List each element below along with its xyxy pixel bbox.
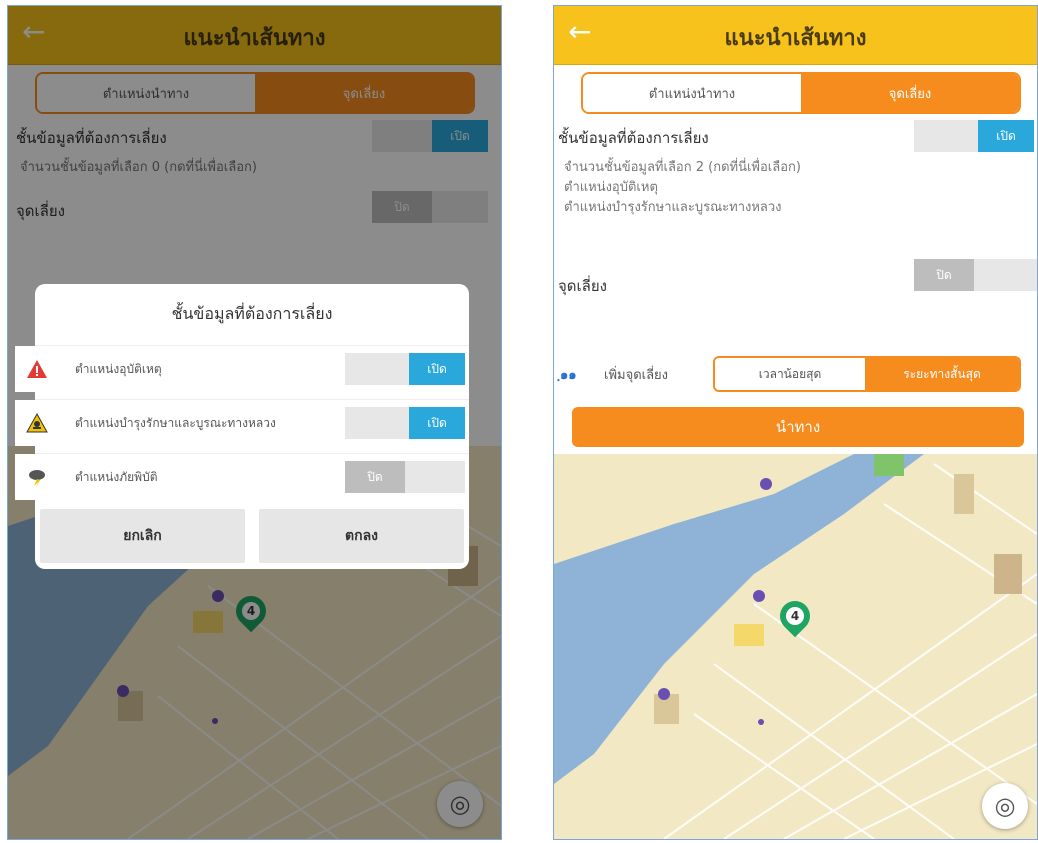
row-toggle[interactable]: เปิด <box>345 407 465 439</box>
dialog-row-accident[interactable]: ตำแหน่งอุบัติเหตุ เปิด <box>15 345 469 392</box>
tab-shortest-distance[interactable]: ระยะทางสั้นสุด <box>865 358 1019 390</box>
construction-icon <box>15 400 59 446</box>
tab-avoid-points[interactable]: จุดเลี่ยง <box>801 74 1019 112</box>
warning-icon <box>15 346 59 392</box>
row-label: ตำแหน่งบำรุงรักษาและบูรณะทางหลวง <box>75 416 276 430</box>
toggle-on-part <box>405 461 465 493</box>
cancel-button[interactable]: ยกเลิก <box>40 509 245 563</box>
tab-shortest-time[interactable]: เวลาน้อยสุด <box>715 358 865 390</box>
map-view[interactable]: 4 <box>554 454 1037 839</box>
mode-tabs: ตำแหน่งนำทาง จุดเลี่ยง <box>581 72 1021 114</box>
toggle-on-label: เปิด <box>409 407 465 439</box>
ok-button[interactable]: ตกลง <box>259 509 464 563</box>
avoid-layers-toggle[interactable]: เปิด <box>914 120 1034 152</box>
storm-icon <box>15 454 59 500</box>
toggle-off-part <box>345 353 409 385</box>
row-toggle[interactable]: เปิด <box>345 353 465 385</box>
selected-layer-item: ตำแหน่งอุบัติเหตุ <box>564 180 658 195</box>
avoid-layers-dialog: ชั้นข้อมูลที่ต้องการเลี่ยง ตำแหน่งอุบัติ… <box>15 284 469 569</box>
app-bar: ← แนะนำเส้นทาง <box>554 6 1037 65</box>
route-icon: ฺ๑๑ <box>560 368 577 383</box>
toggle-off-part <box>914 120 978 152</box>
phone-screen-left: ← แนะนำเส้นทาง ตำแหน่งนำทาง จุดเลี่ยง ชั… <box>7 5 502 840</box>
marker-badge: 4 <box>786 607 804 625</box>
toggle-off-label: ปิด <box>345 461 405 493</box>
target-icon: ◎ <box>994 792 1016 820</box>
my-location-button[interactable]: ◎ <box>982 783 1028 829</box>
toggle-on-part <box>974 259 1037 291</box>
row-label: ตำแหน่งภัยพิบัติ <box>75 470 158 484</box>
avoid-points-toggle[interactable]: ปิด <box>914 259 1037 291</box>
toggle-on-label: เปิด <box>978 120 1034 152</box>
row-toggle[interactable]: ปิด <box>345 461 465 493</box>
dialog-title: ชั้นข้อมูลที่ต้องการเลี่ยง <box>171 304 333 323</box>
layers-count-text[interactable]: จำนวนชั้นข้อมูลที่เลือก 2 (กดที่นี่เพื่อ… <box>564 158 801 177</box>
route-option-tabs: เวลาน้อยสุด ระยะทางสั้นสุด <box>713 356 1021 392</box>
map-tiles <box>554 454 1037 839</box>
selected-layer-item: ตำแหน่งบำรุงรักษาและบูรณะทางหลวง <box>564 200 782 215</box>
add-avoid-point-label[interactable]: เพิ่มจุดเลี่ยง <box>604 364 668 385</box>
page-title: แนะนำเส้นทาง <box>724 26 867 51</box>
tab-navigation-position[interactable]: ตำแหน่งนำทาง <box>583 74 801 112</box>
dialog-row-disaster[interactable]: ตำแหน่งภัยพิบัติ ปิด <box>15 453 469 500</box>
toggle-off-part <box>345 407 409 439</box>
toggle-on-label: เปิด <box>409 353 465 385</box>
avoid-layers-label: ชั้นข้อมูลที่ต้องการเลี่ยง <box>558 129 709 147</box>
toggle-off-label: ปิด <box>914 259 974 291</box>
row-label: ตำแหน่งอุบัติเหตุ <box>75 362 162 376</box>
avoid-points-label: จุดเลี่ยง <box>558 277 607 295</box>
dialog-row-maintenance[interactable]: ตำแหน่งบำรุงรักษาและบูรณะทางหลวง เปิด <box>15 399 469 446</box>
phone-screen-right: ← แนะนำเส้นทาง ตำแหน่งนำทาง จุดเลี่ยง ชั… <box>553 5 1038 840</box>
navigate-button[interactable]: นำทาง <box>572 407 1024 447</box>
